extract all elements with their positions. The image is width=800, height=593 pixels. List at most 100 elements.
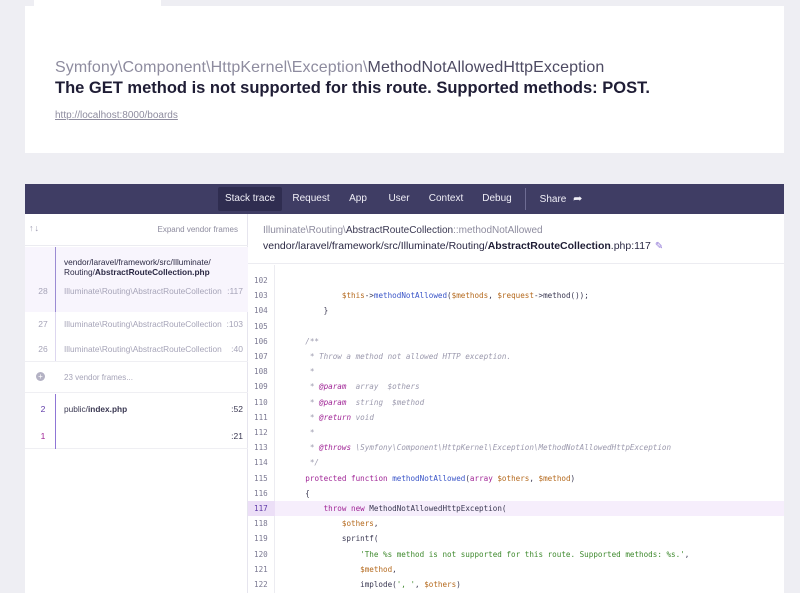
frame-item-26[interactable]: 26 Illuminate\Routing\AbstractRouteColle… — [25, 337, 248, 361]
frame-path-prefix: public/ — [64, 404, 88, 414]
code-line: 103 $this->methodNotAllowed($methods, $r… — [248, 288, 784, 303]
collapsed-vendor-frames[interactable]: + 23 vendor frames... — [25, 361, 248, 393]
line-number: 107 — [254, 352, 268, 361]
frame-file: vendor/laravel/framework/src/Illuminate/… — [263, 240, 663, 252]
frame-path-file: index.php — [87, 404, 128, 414]
code-line: 104 } — [248, 303, 784, 318]
line-source: */ — [287, 458, 320, 468]
exception-class-short: MethodNotAllowedHttpException — [367, 59, 605, 76]
line-source: * — [287, 367, 315, 377]
frame-item-28[interactable]: vendor/laravel/framework/src/Illuminate/… — [25, 247, 248, 312]
file-ext: .php:117 — [610, 240, 651, 252]
tab-app[interactable]: App — [343, 187, 373, 211]
line-source: 'The %s method is not supported for this… — [360, 549, 690, 559]
line-number: 122 — [254, 580, 268, 589]
line-source: implode(', ', $others) — [287, 580, 461, 589]
line-source: } — [287, 306, 329, 316]
code-line: 121 $method, — [248, 562, 784, 577]
line-source: protected function methodNotAllowed(arra… — [305, 473, 576, 483]
line-number: 115 — [254, 473, 268, 483]
line-source: /** — [287, 336, 320, 346]
share-button[interactable]: Share ➦ — [536, 187, 586, 211]
code-line: 106 /** — [248, 334, 784, 349]
line-number: 120 — [254, 549, 268, 559]
line-source: * @throws \Symfony\Component\HttpKernel\… — [287, 443, 672, 453]
frame-path-file: AbstractRouteCollection.php — [94, 267, 210, 277]
line-number: 118 — [254, 519, 268, 529]
code-line: 115 protected function methodNotAllowed(… — [248, 471, 784, 486]
exception-card: Symfony\Component\HttpKernel\Exception\M… — [25, 6, 784, 153]
nav-divider — [525, 188, 526, 210]
frames-list: ↑↓ Expand vendor frames vendor/laravel/f… — [25, 214, 248, 593]
tab-request[interactable]: Request — [288, 187, 334, 211]
frame-class: Illuminate\Routing\AbstractRouteCollecti… — [64, 319, 222, 329]
tab-context[interactable]: Context — [425, 187, 467, 211]
pencil-icon[interactable]: ✎ — [655, 241, 663, 252]
line-number: 105 — [254, 321, 268, 331]
method-namespace: Illuminate\Routing\ — [263, 225, 346, 236]
line-number: 106 — [254, 336, 268, 346]
frame-class: Illuminate\Routing\AbstractRouteCollecti… — [64, 286, 222, 296]
frame-item-1[interactable]: 1 :21 — [25, 424, 248, 449]
line-number: 102 — [254, 276, 268, 285]
frames-header: ↑↓ Expand vendor frames — [25, 214, 248, 246]
line-number: 112 — [254, 428, 268, 437]
frame-path-dir: Routing/ — [64, 267, 95, 277]
line-number: 121 — [254, 564, 268, 574]
line-source: $others, — [341, 519, 379, 529]
request-url-link[interactable]: http://localhost:8000/boards — [55, 110, 178, 121]
frame-line: :52 — [231, 404, 243, 414]
expand-vendor-frames-button[interactable]: Expand vendor frames — [158, 225, 239, 234]
line-source: * @param array $others — [287, 382, 420, 392]
frame-bar — [55, 424, 56, 449]
stack-trace-panel: ↑↓ Expand vendor frames vendor/laravel/f… — [25, 214, 784, 593]
exception-message: The GET method is not supported for this… — [55, 79, 650, 97]
code-line: 122 implode(', ', $others) — [248, 577, 784, 592]
line-source: sprintf( — [287, 534, 379, 544]
frame-line: :103 — [226, 319, 243, 329]
line-number: 108 — [254, 367, 268, 377]
file-name: AbstractRouteCollection — [487, 240, 611, 252]
frame-line: :40 — [231, 344, 243, 354]
line-source: $method, — [360, 564, 397, 574]
line-number: 114 — [254, 458, 268, 468]
line-source: { — [287, 488, 310, 498]
share-label: Share — [539, 194, 567, 205]
frame-bar — [55, 394, 56, 424]
line-source: * @return void — [287, 412, 374, 422]
frame-method: Illuminate\Routing\AbstractRouteCollecti… — [263, 225, 543, 236]
code-line: 120 'The %s method is not supported for … — [248, 547, 784, 562]
frame-bar — [55, 312, 56, 337]
collapsed-vendor-label: 23 vendor frames... — [64, 373, 133, 382]
frame-file-path: public/index.php — [64, 394, 127, 424]
method-class: AbstractRouteCollection — [345, 225, 454, 236]
tab-debug[interactable]: Debug — [477, 187, 517, 211]
line-source: throw new MethodNotAllowedHttpException( — [323, 504, 507, 513]
sort-arrows-icon[interactable]: ↑↓ — [29, 223, 40, 233]
tab-user[interactable]: User — [383, 187, 415, 211]
frame-line: :117 — [227, 286, 243, 296]
frame-line: :21 — [231, 431, 243, 441]
frame-file-path: vendor/laravel/framework/src/Illuminate/… — [64, 257, 211, 277]
code-line: 105 — [248, 319, 784, 334]
tab-stack-trace[interactable]: Stack trace — [218, 187, 282, 211]
line-number: 110 — [254, 397, 268, 407]
line-source: $this->methodNotAllowed($methods, $reque… — [341, 291, 589, 301]
frame-item-27[interactable]: 27 Illuminate\Routing\AbstractRouteColle… — [25, 312, 248, 337]
code-line: 114 */ — [248, 455, 784, 470]
exception-class: Symfony\Component\HttpKernel\Exception\M… — [55, 59, 604, 77]
frame-number: 2 — [40, 404, 46, 414]
frame-bar — [55, 337, 56, 361]
code-line: 102 — [248, 273, 784, 288]
line-number: 116 — [254, 488, 268, 498]
code-line: 116 { — [248, 486, 784, 501]
frame-number: 27 — [38, 319, 48, 329]
frame-item-2[interactable]: 2 public/index.php :52 — [25, 394, 248, 424]
frame-bar — [55, 247, 56, 312]
line-number: 117 — [248, 501, 275, 517]
code-line: 118 $others, — [248, 516, 784, 531]
code-line: 111 * @return void — [248, 410, 784, 425]
frame-path-prefix: vendor/laravel/framework/src/Illuminate/ — [64, 257, 211, 267]
frame-number: 28 — [38, 286, 48, 296]
line-number: 111 — [254, 412, 268, 422]
